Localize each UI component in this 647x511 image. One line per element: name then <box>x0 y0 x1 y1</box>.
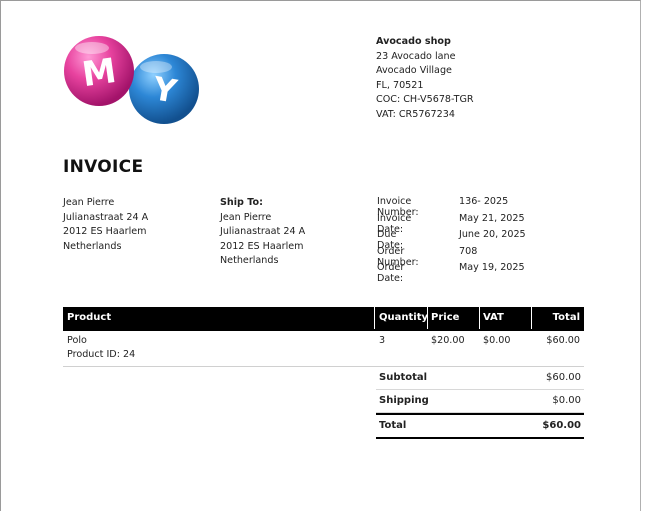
shipping-value: $0.00 <box>552 395 581 406</box>
shop-vat: VAT: CR5767234 <box>376 108 455 120</box>
col-header-vat: VAT <box>483 312 504 323</box>
meta-value: June 20, 2025 <box>459 229 526 241</box>
subtotal-value: $60.00 <box>546 372 581 383</box>
ship-city: 2012 ES Haarlem <box>220 240 304 252</box>
shop-address: 23 Avocado lane <box>376 50 456 62</box>
shipping-row: Shipping $0.00 <box>376 390 584 413</box>
total-label: Total <box>379 420 407 431</box>
total-value: $60.00 <box>542 420 581 431</box>
bill-city: 2012 ES Haarlem <box>63 226 147 238</box>
invoice-title: INVOICE <box>63 157 144 177</box>
item-quantity: 3 <box>379 335 386 346</box>
shop-coc: COC: CH-V5678-TGR <box>376 94 474 106</box>
item-vat: $0.00 <box>483 335 511 346</box>
column-divider <box>427 307 428 329</box>
column-divider <box>476 390 478 412</box>
bill-country: Netherlands <box>63 240 122 252</box>
ship-to-heading: Ship To: <box>220 197 263 208</box>
shop-village: Avocado Village <box>376 65 452 77</box>
shop-name: Avocado shop <box>376 36 451 47</box>
subtotal-row: Subtotal $60.00 <box>376 367 584 390</box>
col-header-price: Price <box>431 312 460 323</box>
item-product: Polo <box>67 335 87 346</box>
table-row: Polo Product ID: 24 3 $20.00 $0.00 $60.0… <box>63 333 584 367</box>
col-header-quantity: Quantity <box>379 312 428 323</box>
meta-value: 708 <box>459 245 478 257</box>
totals-block: Subtotal $60.00 Shipping $0.00 Total $60… <box>376 367 584 439</box>
shipping-label: Shipping <box>379 395 429 406</box>
logo-letter-m: M <box>80 51 119 95</box>
meta-label: Order Date: <box>377 262 405 285</box>
shop-state-zip: FL, 70521 <box>376 79 424 91</box>
column-divider <box>531 307 532 329</box>
col-header-total: Total <box>552 312 580 323</box>
column-divider <box>476 415 478 437</box>
total-row: Total $60.00 <box>376 413 584 439</box>
meta-value: May 19, 2025 <box>459 262 525 274</box>
ship-name: Jean Pierre <box>220 211 272 223</box>
column-divider <box>479 307 480 329</box>
bill-street: Julianastraat 24 A <box>63 211 149 223</box>
column-divider <box>374 307 375 329</box>
item-product-id: Product ID: 24 <box>67 349 136 360</box>
shipping-address: Ship To: Jean Pierre Julianastraat 24 A … <box>220 196 305 269</box>
item-total: $60.00 <box>546 335 580 346</box>
bill-name: Jean Pierre <box>63 197 115 208</box>
ship-country: Netherlands <box>220 255 279 267</box>
shop-logo: M Y <box>64 36 199 124</box>
col-header-product: Product <box>67 312 112 323</box>
ship-street: Julianastraat 24 A <box>220 226 306 238</box>
billing-address: Jean Pierre Julianastraat 24 A 2012 ES H… <box>63 196 148 254</box>
invoice-page: M Y Avocado shop 23 Avocado lane Avocado… <box>0 0 641 511</box>
subtotal-label: Subtotal <box>379 372 428 383</box>
item-price: $20.00 <box>431 335 465 346</box>
meta-value: May 21, 2025 <box>459 212 525 224</box>
column-divider <box>476 367 478 389</box>
meta-value: 136- 2025 <box>459 196 509 207</box>
shop-address-block: Avocado shop 23 Avocado lane Avocado Vil… <box>376 35 474 123</box>
items-table-header: Product Quantity Price VAT Total <box>63 307 584 331</box>
